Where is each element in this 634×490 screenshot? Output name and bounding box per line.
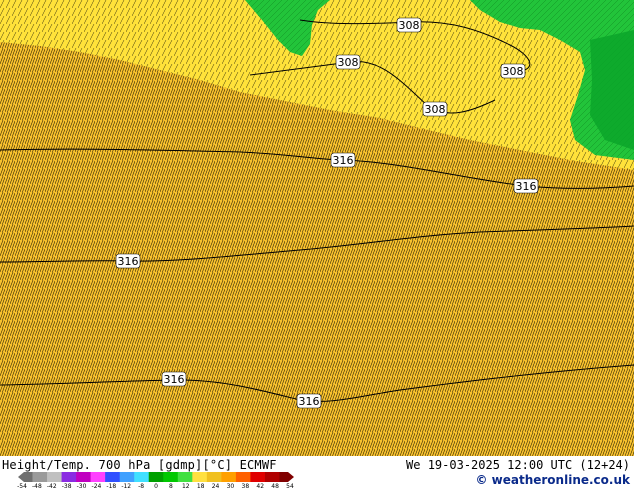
legend-tick-label: 48	[271, 483, 279, 490]
legend-color-swatch	[47, 472, 63, 482]
legend-tick-label: -42	[46, 483, 57, 490]
legend-color-swatch	[264, 472, 280, 482]
legend-color-swatch	[61, 472, 77, 482]
legend-color-swatch	[206, 472, 222, 482]
legend-color-swatch	[119, 472, 135, 482]
contour-label-308-d: 308	[422, 101, 448, 117]
legend-tick-label: 12	[181, 483, 190, 490]
legend-color-swatch	[279, 472, 294, 482]
contour-label-308-c: 308	[500, 63, 526, 79]
legend-tick-label: -12	[121, 483, 132, 490]
color-scale-legend	[18, 472, 294, 482]
legend-tick-label: 42	[256, 483, 265, 490]
contour-label-316-b: 316	[513, 178, 539, 194]
legend-tick-label: 30	[226, 483, 235, 490]
contour-label-308-b: 308	[335, 54, 361, 70]
contour-label-316-e: 316	[296, 393, 322, 409]
svg-text:316: 316	[164, 373, 185, 386]
weather-map: 308 308 308 308 316 316 316 316 316	[0, 0, 634, 456]
legend-color-swatch	[18, 472, 33, 482]
contour-label-316-a: 316	[330, 152, 356, 168]
legend-color-swatch	[192, 472, 208, 482]
legend-color-swatch	[90, 472, 106, 482]
svg-text:308: 308	[503, 65, 524, 78]
contour-label-316-c: 316	[115, 253, 141, 269]
legend-tick-label: -48	[31, 483, 42, 490]
legend-color-swatch	[134, 472, 150, 482]
legend-tick-label: -18	[106, 483, 117, 490]
legend-tick-labels: -54 -48 -42 -38 -30 -24 -18 -12 -8 0 8 12 18 24 30 38 42…	[17, 483, 294, 490]
legend-tick-label: -30	[76, 483, 87, 490]
legend-tick-label: -24	[91, 483, 102, 490]
svg-text:316: 316	[333, 154, 354, 167]
contour-label-308-a: 308	[396, 17, 422, 33]
svg-text:308: 308	[425, 103, 446, 116]
legend-color-swatch	[177, 472, 193, 482]
contour-label-316-d: 316	[161, 371, 187, 387]
svg-text:316: 316	[299, 395, 320, 408]
legend-tick-label: -38	[61, 483, 72, 490]
site-credit-link[interactable]: © weatheronline.co.uk	[475, 473, 630, 487]
legend-tick-label: 18	[196, 483, 205, 490]
legend-color-swatch	[221, 472, 237, 482]
svg-text:316: 316	[516, 180, 537, 193]
legend-color-swatch	[250, 472, 266, 482]
legend-tick-label: 24	[211, 483, 220, 490]
legend-tick-label: -8	[138, 483, 145, 490]
legend-color-swatch	[235, 472, 251, 482]
legend-color-swatch	[105, 472, 121, 482]
svg-text:308: 308	[338, 56, 359, 69]
legend-color-swatch	[163, 472, 179, 482]
legend-tick-label: 8	[168, 483, 173, 490]
valid-datetime: We 19-03-2025 12:00 UTC (12+24)	[406, 458, 630, 472]
legend-color-swatch	[32, 472, 48, 482]
legend-tick-label: -54	[17, 483, 27, 490]
svg-text:308: 308	[399, 19, 420, 32]
legend-color-swatch	[148, 472, 164, 482]
map-footer: Height/Temp. 700 hPa [gdmp][°C] ECMWF We…	[0, 456, 634, 490]
legend-color-swatch	[76, 472, 92, 482]
legend-tick-label: 0	[154, 483, 158, 490]
map-canvas: 308 308 308 308 316 316 316 316 316	[0, 0, 634, 456]
map-title: Height/Temp. 700 hPa [gdmp][°C] ECMWF	[2, 458, 277, 472]
legend-tick-label: 54	[286, 483, 294, 490]
svg-text:316: 316	[118, 255, 139, 268]
legend-tick-label: 38	[241, 483, 250, 490]
